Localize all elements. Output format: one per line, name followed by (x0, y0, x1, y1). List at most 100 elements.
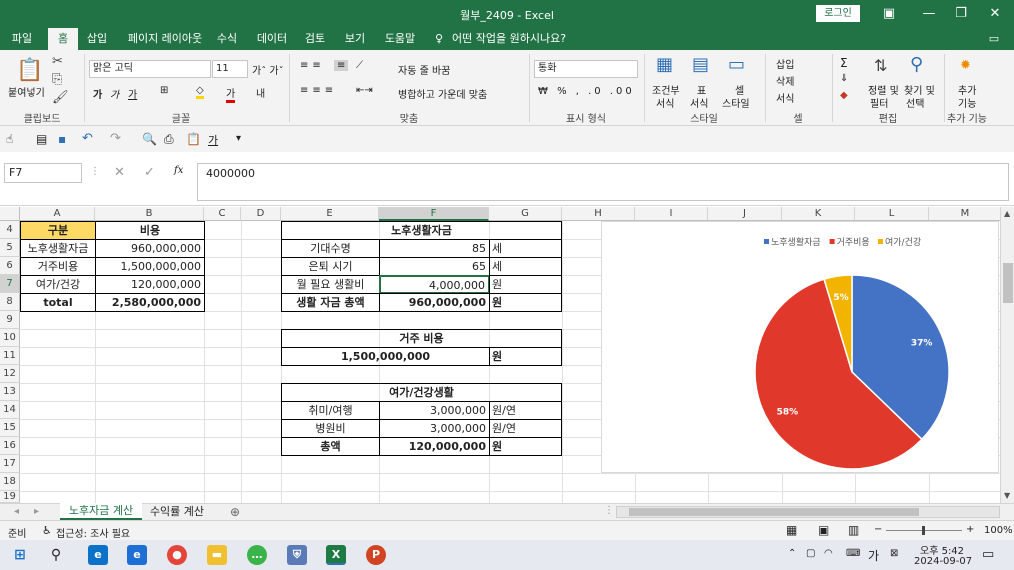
customize-qat-icon[interactable]: ▾ (236, 133, 241, 144)
close-icon[interactable]: ✕ (982, 4, 1008, 24)
summary-label-leisure[interactable]: 여가/건강 (20, 275, 96, 294)
row-header[interactable]: 17 (0, 455, 20, 473)
sort-filter-icon[interactable]: ⇅ (874, 56, 887, 75)
security-shield-icon[interactable]: ⛨ (287, 545, 307, 565)
font-grow-shrink-icon[interactable]: 가ˆ 가ˇ (252, 62, 284, 77)
merge-center-button[interactable]: 병합하고 가운데 맞춤 (398, 86, 487, 101)
search-icon[interactable]: ⚲ (46, 545, 66, 565)
bold-icon[interactable]: 가 (93, 86, 102, 101)
row-header[interactable]: 12 (0, 365, 20, 383)
align-horizontal-icons[interactable]: ≡≡≡ (300, 85, 337, 96)
autosum-icon[interactable]: Σ (840, 56, 848, 70)
tab-review[interactable]: 검토 (300, 28, 330, 50)
addins-button-line2[interactable]: 기능 (958, 95, 976, 110)
table-format-icon[interactable]: ▤ (692, 54, 709, 75)
leisure-label[interactable]: 취미/여행 (281, 401, 380, 420)
orientation-icon[interactable]: ⟋ (356, 60, 363, 71)
column-header-g[interactable]: G (489, 207, 562, 221)
tab-file[interactable]: 파일 (4, 28, 40, 50)
summary-value-retirement[interactable]: 960,000,000 (95, 239, 205, 258)
row-header[interactable]: 6 (0, 257, 20, 275)
touch-mode-icon[interactable]: ☝ (6, 132, 13, 146)
border-icon[interactable]: ⊞ (160, 85, 168, 96)
print-icon[interactable]: ⎙ (164, 132, 174, 147)
minimize-icon[interactable]: — (916, 4, 942, 24)
tab-formulas[interactable]: 수식 (212, 28, 242, 50)
summary-value-housing[interactable]: 1,500,000,000 (95, 257, 205, 276)
excel-taskbar-icon[interactable]: X (326, 545, 346, 565)
selected-cell-f7[interactable]: 4,000,000 (379, 275, 490, 294)
clear-icon[interactable]: ◆ (840, 90, 848, 101)
summary-header-category[interactable]: 구분 (20, 221, 96, 240)
cut-icon[interactable]: ✂ (52, 54, 63, 69)
housing-value[interactable]: 1,500,000,000 (281, 347, 490, 366)
font-name-select[interactable]: 맑은 고딕 (89, 60, 211, 78)
retirement-title[interactable]: 노후생활자금 (281, 221, 562, 240)
tab-page-layout[interactable]: 페이지 레이아웃 (120, 28, 210, 50)
form-icon[interactable]: ▤ (36, 132, 47, 146)
leisure-value[interactable]: 3,000,000 (379, 401, 490, 420)
zoom-slider-thumb[interactable] (922, 526, 925, 535)
column-header-l[interactable]: L (855, 207, 929, 221)
tab-insert[interactable]: 삽입 (80, 28, 114, 50)
leisure-unit[interactable]: 원/연 (489, 401, 562, 420)
print-preview-icon[interactable]: 🔍 (142, 132, 157, 146)
scroll-thumb[interactable] (1003, 263, 1013, 303)
retirement-label[interactable]: 기대수명 (281, 239, 380, 258)
summary-total-value[interactable]: 2,580,000,000 (95, 293, 205, 312)
font-color-qat-icon[interactable]: 가 (208, 132, 218, 148)
row-header[interactable]: 8 (0, 293, 20, 311)
retirement-value[interactable]: 960,000,000 (379, 293, 490, 312)
italic-icon[interactable]: 가 (110, 86, 119, 101)
retirement-label[interactable]: 은퇴 시기 (281, 257, 380, 276)
column-header-e[interactable]: E (281, 207, 379, 221)
retirement-unit[interactable]: 원 (489, 275, 562, 294)
tab-help[interactable]: 도움말 (380, 28, 420, 50)
fill-color-icon[interactable]: ◇ (196, 85, 204, 99)
retirement-label[interactable]: 생활 자금 총액 (281, 293, 380, 312)
vertical-scrollbar[interactable]: ▲ ▼ (1000, 207, 1014, 503)
chrome-icon[interactable]: ● (167, 545, 187, 565)
column-header-m[interactable]: M (929, 207, 1000, 221)
sheet-tab-returns[interactable]: 수익률 계산 (144, 504, 210, 520)
accessibility-status[interactable]: 접근성: 조사 필요 (56, 525, 130, 540)
paste-button[interactable]: 붙여넣기 (8, 84, 45, 99)
zoom-out-icon[interactable]: − (874, 524, 882, 535)
restore-icon[interactable]: ❐ (948, 4, 974, 24)
zoom-in-icon[interactable]: + (966, 524, 974, 535)
summary-label-retirement[interactable]: 노후생활자금 (20, 239, 96, 258)
align-bottom-icon[interactable]: ≡ (334, 60, 349, 71)
underline-icon[interactable]: 가 (128, 86, 137, 101)
edge-icon[interactable]: e (88, 545, 108, 565)
scroll-up-icon[interactable]: ▲ (1004, 209, 1010, 218)
name-box[interactable]: F7 (4, 163, 82, 183)
leisure-label[interactable]: 총액 (281, 437, 380, 456)
row-header[interactable]: 9 (0, 311, 20, 329)
row-header[interactable]: 19 (0, 491, 20, 503)
scroll-down-icon[interactable]: ▼ (1004, 491, 1010, 500)
summary-total-label[interactable]: total (20, 293, 96, 312)
indent-icons[interactable]: ⇤⇥ (356, 85, 373, 96)
leisure-unit[interactable]: 원/연 (489, 419, 562, 438)
clock-date[interactable]: 2024-09-07 (914, 556, 972, 567)
enter-icon[interactable]: ✓ (144, 165, 155, 180)
row-header[interactable]: 10 (0, 329, 20, 347)
insert-function-button[interactable]: fx (174, 165, 183, 176)
normal-view-icon[interactable]: ▦ (786, 523, 797, 537)
sheet-tab-retirement[interactable]: 노후자금 계산 (60, 503, 142, 520)
paste-icon[interactable]: 📋 (16, 58, 43, 83)
leisure-title[interactable]: 여가/건강생활 (281, 383, 562, 402)
row-header[interactable]: 14 (0, 401, 20, 419)
summary-header-cost[interactable]: 비용 (95, 221, 205, 240)
column-header-d[interactable]: D (241, 207, 281, 221)
next-sheet-icon[interactable]: ▸ (34, 506, 39, 517)
table-format-button-line2[interactable]: 서식 (690, 95, 708, 110)
row-header[interactable]: 13 (0, 383, 20, 401)
file-explorer-icon[interactable]: ▬ (207, 545, 227, 565)
column-header-h[interactable]: H (562, 207, 635, 221)
column-header-i[interactable]: I (635, 207, 708, 221)
undo-icon[interactable]: ↶ (82, 131, 93, 146)
number-format-select[interactable]: 통화 (534, 60, 638, 78)
number-format-icons[interactable]: ₩ % , .0 .00 (538, 86, 635, 97)
summary-value-leisure[interactable]: 120,000,000 (95, 275, 205, 294)
